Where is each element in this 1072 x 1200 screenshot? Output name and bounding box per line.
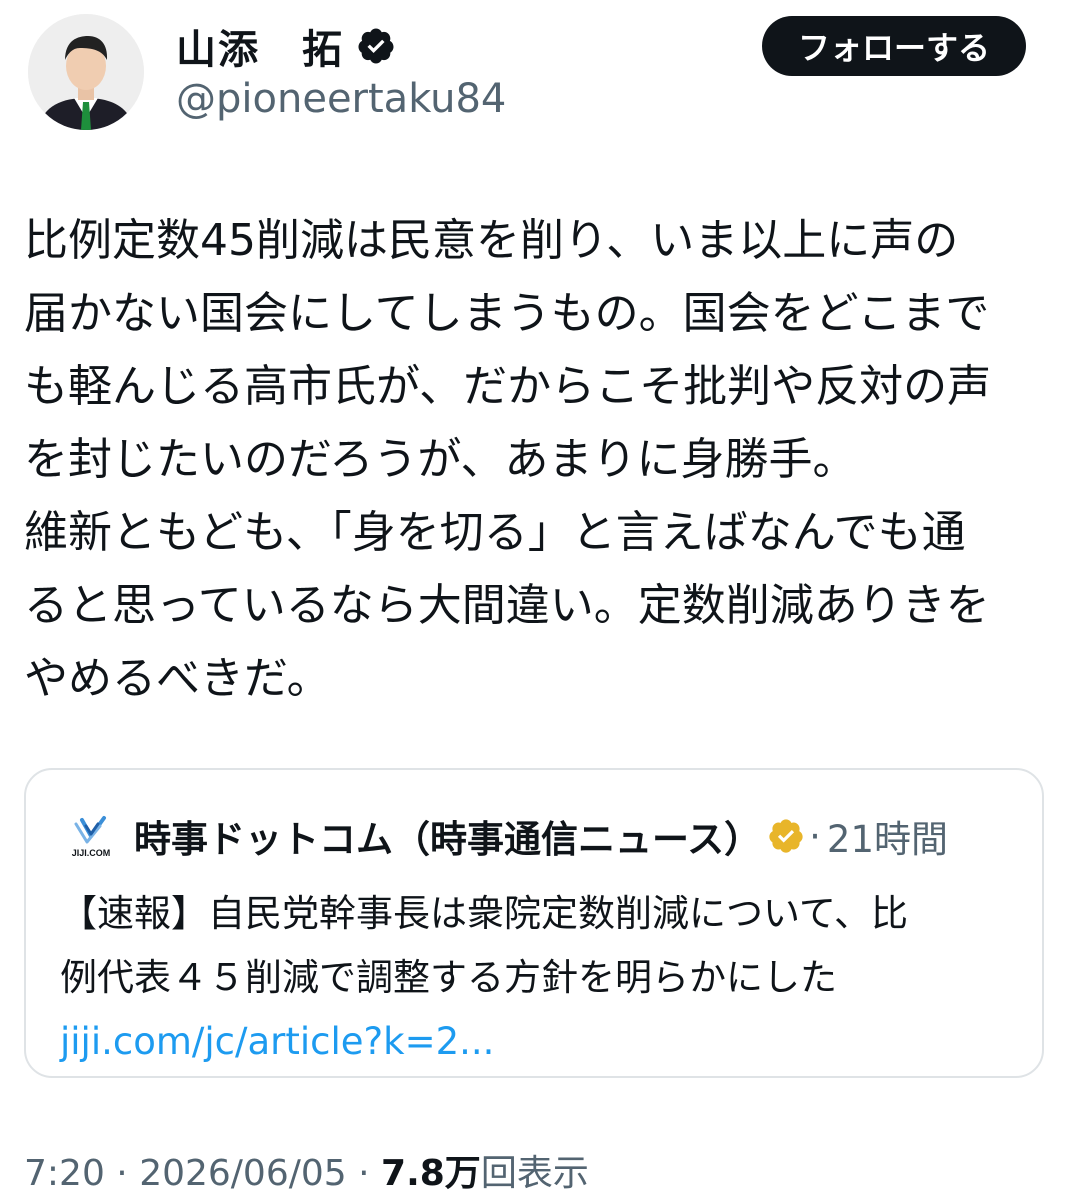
meta-separator: ·: [104, 1153, 140, 1194]
views-count: 7.8万: [381, 1153, 481, 1194]
quoted-article-link[interactable]: jiji.com/jc/article?k=2...: [60, 1010, 1030, 1074]
quoted-tweet-text: 【速報】自民党幹事長は衆院定数削減について、比 例代表４５削減で調整する方針を明…: [60, 882, 1030, 1074]
tweet-time[interactable]: 7:20: [24, 1153, 105, 1194]
author-display-name[interactable]: 山添 拓: [176, 17, 344, 75]
follow-button[interactable]: フォローする: [762, 16, 1026, 76]
quoted-text-line: 【速報】自民党幹事長は衆院定数削減について、比: [60, 892, 909, 935]
tweet-text-line: やめるべきだ。: [24, 653, 331, 704]
author-name-row: 山添 拓: [176, 18, 396, 74]
tweet-meta: 7:20 · 2026/06/05 · 7.8万回表示: [24, 1144, 589, 1196]
jiji-logo-icon[interactable]: JIJI.COM: [60, 812, 122, 860]
tweet-text: 比例定数45削減は民意を削り、いま以上に声の 届かない国会にしてしまうもの。国会…: [24, 204, 1054, 715]
tweet-date[interactable]: 2026/06/05: [139, 1153, 347, 1194]
quoted-tweet-header: JIJI.COM 時事ドットコム（時事通信ニュース） · 21時間: [60, 806, 948, 866]
profile-photo: [28, 14, 144, 130]
quoted-tweet-time[interactable]: 21時間: [827, 809, 948, 863]
tweet-text-line: 比例定数45削減は民意を削り、いま以上に声の: [24, 215, 959, 266]
tweet-text-line: ると思っているなら大間違い。定数削減ありきを: [24, 580, 990, 631]
gold-verified-badge-icon[interactable]: [767, 817, 805, 855]
tweet-text-line: を封じたいのだろうが、あまりに身勝手。: [24, 434, 857, 485]
verified-badge-icon[interactable]: [356, 26, 396, 66]
quoted-text-line: 例代表４５削減で調整する方針を明らかにした: [60, 956, 837, 999]
quoted-author-name[interactable]: 時事ドットコム（時事通信ニュース）: [134, 809, 761, 863]
views-label: 回表示: [480, 1153, 589, 1194]
svg-text:JIJI.COM: JIJI.COM: [72, 848, 111, 858]
author-handle[interactable]: @pioneertaku84: [176, 76, 506, 122]
meta-separator: ·: [346, 1153, 382, 1194]
quoted-tweet-card[interactable]: JIJI.COM 時事ドットコム（時事通信ニュース） · 21時間 【速報】自民…: [24, 768, 1044, 1078]
separator-dot: ·: [809, 814, 821, 858]
avatar[interactable]: [28, 14, 144, 130]
tweet-text-line: も軽んじる高市氏が、だからこそ批判や反対の声: [24, 361, 992, 412]
tweet-text-line: 届かない国会にしてしまうもの。国会をどこまで: [24, 288, 990, 339]
tweet-text-line: 維新ともども、「身を切る」と言えばなんでも通: [24, 507, 966, 558]
